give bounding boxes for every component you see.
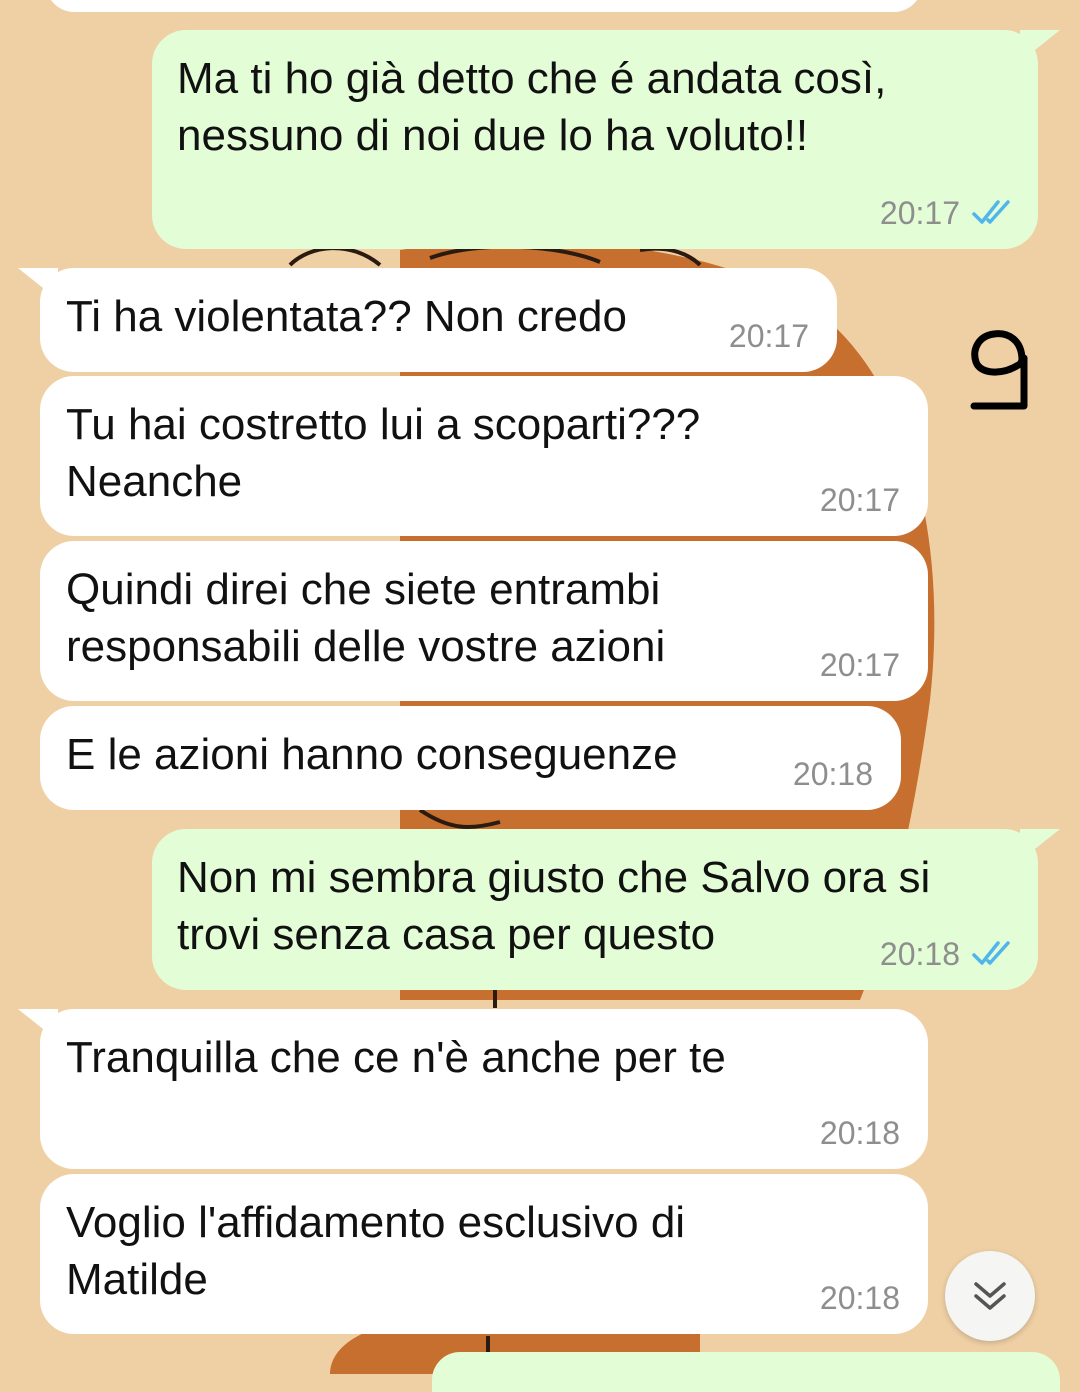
- double-check-read-icon: [972, 200, 1010, 224]
- message-meta: 20:18: [820, 1115, 900, 1151]
- message-text: Ti ha violentata?? Non credo: [66, 292, 627, 341]
- message-time: 20:18: [819, 1280, 900, 1316]
- message-bubble-incoming[interactable]: E le azioni hanno conseguenze 20:18: [40, 706, 901, 810]
- handwritten-number-annotation: 9: [970, 330, 1028, 410]
- message-text: Voglio l'affidamento esclusivo di Matild…: [66, 1198, 686, 1304]
- message-meta: 20:17: [880, 195, 1016, 231]
- message-bubble-incoming[interactable]: Quindi direi che siete entrambi responsa…: [40, 541, 928, 701]
- message-time: 20:18: [819, 1115, 900, 1151]
- double-check-read-icon: [972, 941, 1010, 965]
- message-bubble-incoming[interactable]: Tu hai costretto lui a scoparti??? Neanc…: [40, 376, 928, 536]
- message-time: 20:17: [819, 482, 900, 518]
- message-meta: 20:17: [820, 482, 900, 518]
- message-time: 20:18: [879, 936, 960, 972]
- message-time: 20:18: [792, 756, 873, 792]
- message-time: 20:17: [819, 647, 900, 683]
- message-meta: 20:17: [820, 647, 900, 683]
- message-meta: 20:18: [880, 936, 1016, 972]
- scroll-to-bottom-button[interactable]: [945, 1251, 1035, 1341]
- message-bubble-outgoing[interactable]: Non mi sembra giusto che Salvo ora si tr…: [152, 829, 1060, 990]
- message-meta: 20:18: [793, 756, 873, 792]
- message-bubble-incoming[interactable]: Voglio l'affidamento esclusivo di Matild…: [40, 1174, 928, 1334]
- message-time: 20:17: [728, 318, 809, 354]
- next-message-bubble-edge: [432, 1352, 1060, 1392]
- message-text: Tranquilla che ce n'è anche per te: [66, 1033, 726, 1082]
- message-text: Tu hai costretto lui a scoparti??? Neanc…: [66, 400, 701, 506]
- message-meta: 20:18: [820, 1280, 900, 1316]
- message-bubble-incoming[interactable]: Tranquilla che ce n'è anche per te 20:18: [18, 1009, 928, 1169]
- message-text: E le azioni hanno conseguenze: [66, 730, 678, 779]
- message-bubble-incoming[interactable]: Ti ha violentata?? Non credo 20:17: [18, 268, 837, 372]
- message-text: Quindi direi che siete entrambi responsa…: [66, 565, 666, 671]
- message-bubble-outgoing[interactable]: Ma ti ho già detto che é andata così, ne…: [152, 30, 1060, 249]
- previous-message-bubble-edge: [46, 0, 922, 12]
- message-text: Ma ti ho già detto che é andata così, ne…: [177, 54, 887, 160]
- double-chevron-down-icon: [974, 1282, 1006, 1310]
- message-time: 20:17: [879, 195, 960, 231]
- message-meta: 20:17: [729, 318, 809, 354]
